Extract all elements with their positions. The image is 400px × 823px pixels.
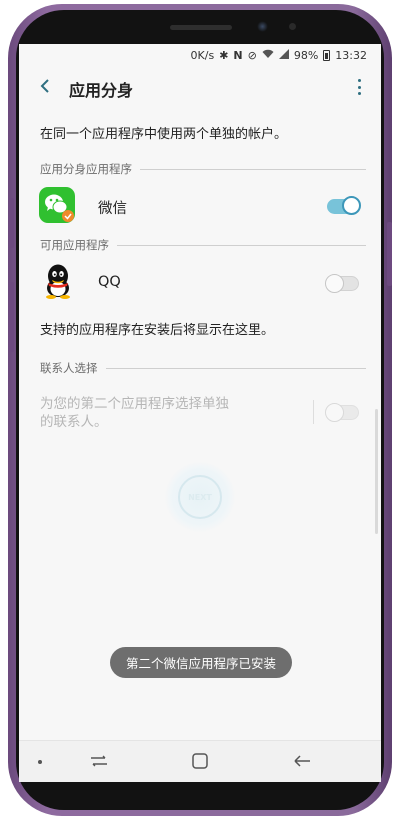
recent-apps-icon[interactable]: [87, 750, 111, 772]
earpiece-speaker: [170, 25, 232, 30]
mute-icon: ⊘: [247, 48, 257, 62]
back-icon[interactable]: [290, 750, 314, 772]
qq-icon: [41, 263, 75, 299]
contacts-option-line2: 的联系人。: [40, 414, 108, 430]
proximity-sensor: [289, 23, 296, 30]
next-watermark: NEXT: [165, 462, 235, 532]
watermark-label: NEXT: [178, 475, 222, 519]
back-arrow-icon[interactable]: [35, 75, 57, 97]
section-header-cloned-apps: 应用分身应用程序: [40, 161, 366, 177]
more-vertical-icon[interactable]: [353, 76, 365, 98]
wechat-toggle[interactable]: [327, 196, 361, 215]
power-button: [387, 222, 392, 286]
separate-contacts-option: 为您的第二个应用程序选择单独 的联系人。: [40, 395, 310, 431]
scrollbar[interactable]: [375, 409, 378, 534]
contacts-toggle: [325, 403, 359, 422]
qq-toggle[interactable]: [325, 274, 359, 293]
navigation-bar: [19, 740, 381, 782]
section-header-label: 可用应用程序: [40, 238, 109, 252]
battery-icon: [323, 49, 331, 61]
toast-message: 第二个微信应用程序已安装: [110, 647, 292, 678]
battery-percent: 98%: [293, 48, 319, 62]
app-name-wechat: 微信: [98, 201, 127, 217]
section-header-available-apps: 可用应用程序: [40, 237, 366, 253]
volume-button: [9, 198, 14, 248]
section-header-label: 应用分身应用程序: [40, 162, 132, 176]
screen: 0K/s ✱ N ⊘ 98% 13:32 应用分身 在同一个应用程序中使用两个单…: [19, 44, 381, 782]
page-title: 应用分身: [69, 81, 134, 100]
front-camera: [257, 21, 268, 32]
supported-apps-note: 支持的应用程序在安装后将显示在这里。: [40, 323, 275, 338]
contacts-option-line1: 为您的第二个应用程序选择单独: [40, 396, 229, 412]
page-description: 在同一个应用程序中使用两个单独的帐户。: [40, 127, 288, 142]
signal-icon: [278, 48, 289, 62]
bluetooth-icon: ✱: [219, 48, 229, 62]
network-speed: 0K/s: [190, 48, 215, 62]
app-bar: 应用分身: [19, 66, 381, 108]
status-bar: 0K/s ✱ N ⊘ 98% 13:32: [19, 44, 381, 66]
wechat-icon: [39, 187, 75, 223]
nfc-icon: N: [233, 48, 243, 62]
home-icon[interactable]: [188, 750, 212, 772]
section-header-contacts: 联系人选择: [40, 360, 366, 376]
app-row-wechat[interactable]: 微信: [19, 187, 381, 233]
nav-dot-icon[interactable]: [38, 760, 42, 764]
wifi-icon: [262, 49, 274, 62]
app-name-qq: QQ: [98, 274, 121, 290]
app-row-qq[interactable]: QQ: [19, 263, 381, 309]
vertical-divider: [313, 400, 314, 424]
clock: 13:32: [335, 48, 367, 62]
section-header-label: 联系人选择: [40, 361, 98, 375]
bixby-button: [9, 282, 14, 352]
